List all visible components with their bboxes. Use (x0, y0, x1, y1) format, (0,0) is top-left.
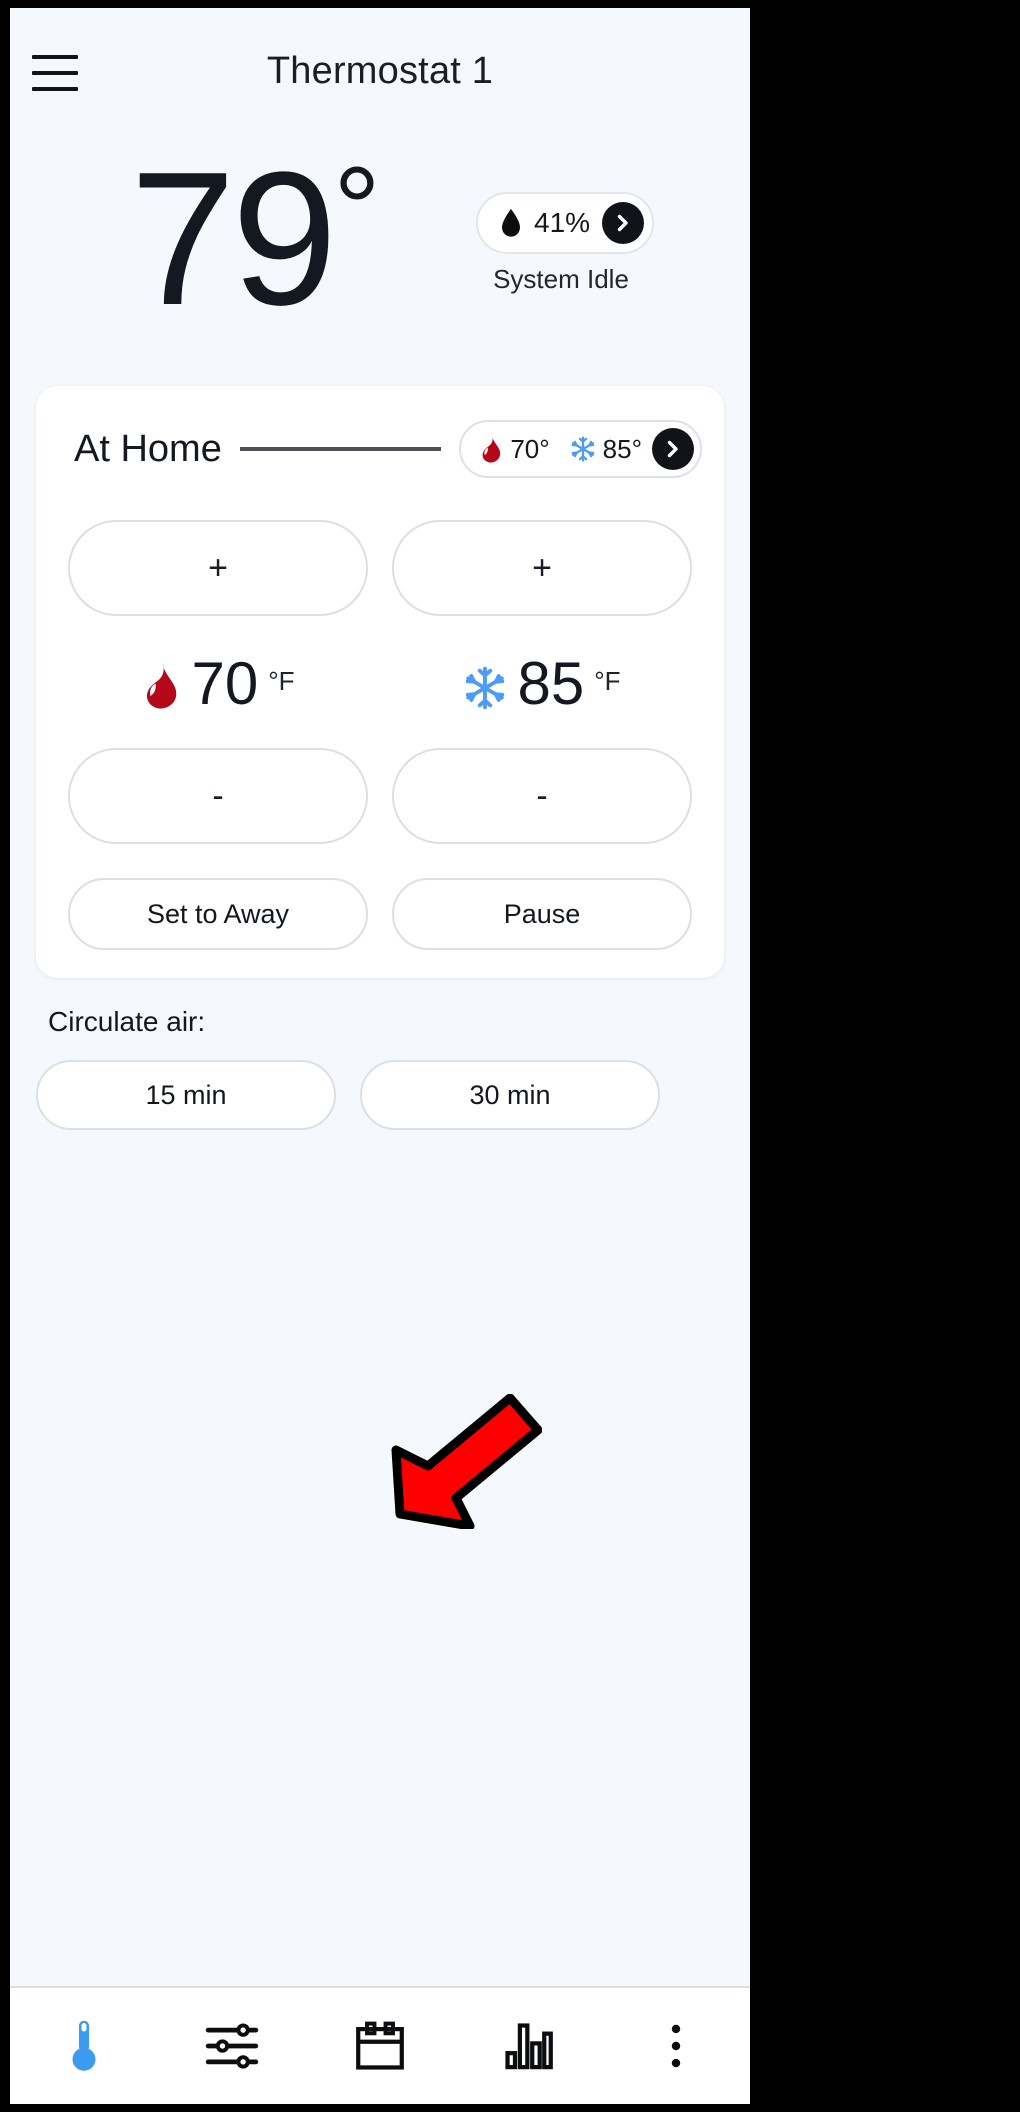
cool-setpoint: 85 °F (392, 654, 692, 714)
connector-line (240, 447, 442, 451)
heat-icon-wrap (141, 662, 181, 715)
bar-chart-icon (502, 2020, 554, 2072)
water-drop-icon (500, 209, 522, 237)
content-spacer (10, 1130, 750, 1986)
current-temperature-value: 79 (130, 133, 333, 345)
circulate-30-min-button[interactable]: 30 min (360, 1060, 660, 1130)
page-title: Thermostat 1 (10, 50, 750, 93)
heat-decrease-button[interactable]: - (68, 748, 368, 844)
set-to-away-button[interactable]: Set to Away (68, 878, 368, 950)
snowflake-icon (463, 666, 507, 710)
current-temperature: 79° (130, 144, 381, 334)
heat-setpoint-value: 70 (191, 654, 258, 714)
mode-label: At Home (58, 428, 222, 471)
circulate-15-min-button[interactable]: 15 min (36, 1060, 336, 1130)
heat-increase-button[interactable]: + (68, 520, 368, 616)
pause-button[interactable]: Pause (392, 878, 692, 950)
app-screen: Thermostat 1 79° 41% System Idle At Home (10, 8, 750, 2104)
cool-decrease-button[interactable]: - (392, 748, 692, 844)
thermometer-icon (67, 2018, 101, 2074)
flame-icon (479, 435, 503, 463)
nav-item-usage[interactable] (454, 1988, 602, 2104)
heat-summary-value: 70° (510, 434, 549, 465)
heat-setpoint-unit: °F (268, 666, 294, 697)
current-conditions: 79° 41% System Idle (10, 136, 750, 386)
bottom-navigation-bar (10, 1986, 750, 2104)
system-status-text: System Idle (450, 264, 672, 295)
circulate-air-label: Circulate air: (36, 1006, 724, 1038)
setpoint-summary-pill[interactable]: 70° (459, 420, 702, 478)
cool-summary-value: 85° (603, 434, 642, 465)
cool-setpoint-unit: °F (594, 666, 620, 697)
circulate-air-options: 15 min 30 min (36, 1060, 724, 1130)
nav-item-thermostat[interactable] (10, 1988, 158, 2104)
chevron-right-icon (613, 213, 633, 233)
schedule-card-header: At Home 70° (58, 420, 702, 478)
more-vertical-icon (666, 2020, 686, 2072)
snowflake-icon (570, 436, 596, 462)
nav-item-more[interactable] (602, 1988, 750, 2104)
cool-icon-wrap (463, 666, 507, 715)
chevron-right-icon (663, 439, 683, 459)
cool-increase-button[interactable]: + (392, 520, 692, 616)
heat-setpoint: 70 °F (68, 654, 368, 714)
setpoint-values-row: 70 °F (58, 626, 702, 738)
cool-setpoint-value: 85 (517, 654, 584, 714)
cool-summary: 85° (570, 434, 642, 465)
card-actions-row: Set to Away Pause (58, 878, 702, 950)
decrease-buttons-row: - - (58, 748, 702, 844)
app-header: Thermostat 1 (10, 8, 750, 136)
flame-icon (141, 662, 181, 710)
circulate-air-section: Circulate air: 15 min 30 min (36, 1006, 724, 1130)
nav-item-schedule[interactable] (306, 1988, 454, 2104)
humidity-value: 41% (534, 207, 590, 239)
humidity-pill[interactable]: 41% (476, 192, 654, 254)
sliders-icon (205, 2021, 259, 2071)
degree-symbol: ° (333, 143, 380, 275)
nav-item-settings[interactable] (158, 1988, 306, 2104)
heat-summary: 70° (479, 434, 549, 465)
increase-buttons-row: + + (58, 520, 702, 616)
schedule-card: At Home 70° (36, 386, 724, 978)
schedule-details-button[interactable] (652, 428, 694, 470)
calendar-icon (354, 2020, 406, 2072)
humidity-details-button[interactable] (602, 202, 644, 244)
